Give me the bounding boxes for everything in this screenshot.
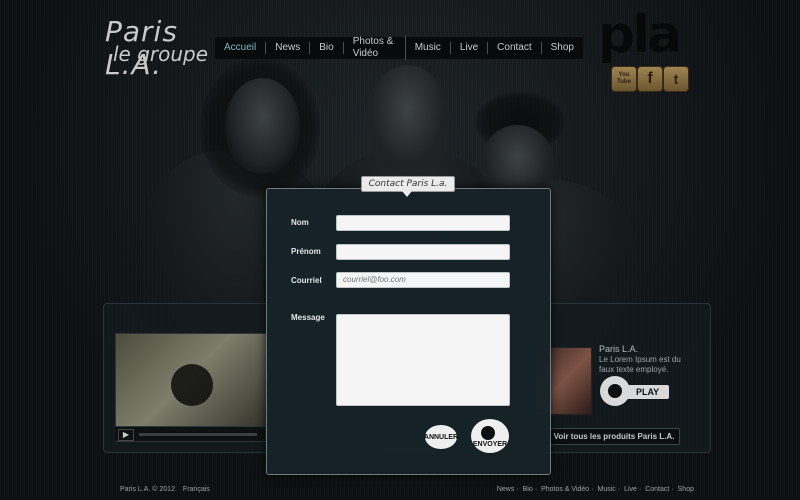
nav-item-accueil[interactable]: Accueil (215, 42, 267, 54)
copyright: Paris L.A. © 2012 (120, 486, 175, 493)
all-products-button[interactable]: Voir tous les produits Paris L.A. (548, 428, 680, 445)
nav-item-bio[interactable]: Bio (310, 42, 344, 54)
member-2-face (365, 65, 450, 175)
footer-separator: · (671, 486, 674, 493)
product-description: Le Lorem Ipsum est du faux texte employé… (599, 355, 681, 374)
footer-link-photos-video[interactable]: Photos & Vidéo (541, 486, 589, 493)
main-nav: Accueil News Bio Photos & Vidéo Music Li… (215, 36, 583, 60)
logo-subtitle: le groupe (113, 42, 209, 66)
nav-item-news[interactable]: News (266, 42, 311, 54)
footer-link-bio[interactable]: Bio (523, 486, 533, 493)
video-controls: ▶ (115, 426, 265, 441)
prenom-input[interactable] (336, 244, 510, 260)
message-textarea[interactable] (336, 314, 510, 406)
footer-link-contact[interactable]: Contact (645, 486, 669, 493)
send-button[interactable]: ENVOYER (471, 419, 509, 453)
play-icon[interactable]: ▶ (118, 429, 134, 441)
footer-separator: · (591, 486, 594, 493)
twitter-icon[interactable]: t (663, 66, 689, 92)
nom-label: Nom (291, 218, 309, 227)
footer-separator: · (534, 486, 538, 493)
courriel-label: Courriel (291, 276, 322, 285)
facebook-icon[interactable]: f (637, 66, 663, 92)
member-1-face (225, 78, 300, 173)
footer-link-news[interactable]: News (497, 486, 515, 493)
footer-left: Paris L.A. © 2012 Français (120, 486, 216, 493)
play-label: PLAY (624, 385, 670, 399)
footer-nav: News · Bio · Photos & Vidéo · Music · Live · … (497, 486, 694, 493)
video-progress-track[interactable] (139, 433, 257, 436)
nom-input[interactable] (336, 215, 510, 231)
pla-logo: pla (598, 5, 682, 65)
footer-link-music[interactable]: Music (598, 486, 616, 493)
footer-separator: · (617, 486, 621, 493)
play-button[interactable]: PLAY (600, 376, 670, 410)
prenom-label: Prénom (291, 247, 321, 256)
modal-title: Contact Paris L.a. (361, 176, 455, 197)
nav-item-live[interactable]: Live (451, 42, 489, 54)
youtube-icon[interactable]: You Tube (611, 66, 637, 92)
courriel-input[interactable] (336, 272, 510, 288)
footer-separator: · (516, 486, 519, 493)
nav-item-photos-video[interactable]: Photos & Vidéo (344, 36, 406, 60)
nav-item-music[interactable]: Music (406, 42, 451, 54)
nav-item-contact[interactable]: Contact (488, 42, 542, 54)
footer-separator: · (638, 486, 642, 493)
site-logo[interactable]: Paris L.A. le groupe (105, 15, 215, 81)
cancel-button[interactable]: ANNULER (424, 425, 458, 449)
message-label: Message (291, 313, 325, 322)
language-link[interactable]: Français (183, 486, 210, 493)
footer-link-live[interactable]: Live (624, 486, 637, 493)
nav-item-shop[interactable]: Shop (542, 42, 583, 54)
product-title: Paris L.A. (599, 344, 639, 354)
video-logo-icon (171, 364, 213, 406)
footer-link-shop[interactable]: Shop (678, 486, 694, 493)
send-label: ENVOYER (472, 440, 508, 448)
